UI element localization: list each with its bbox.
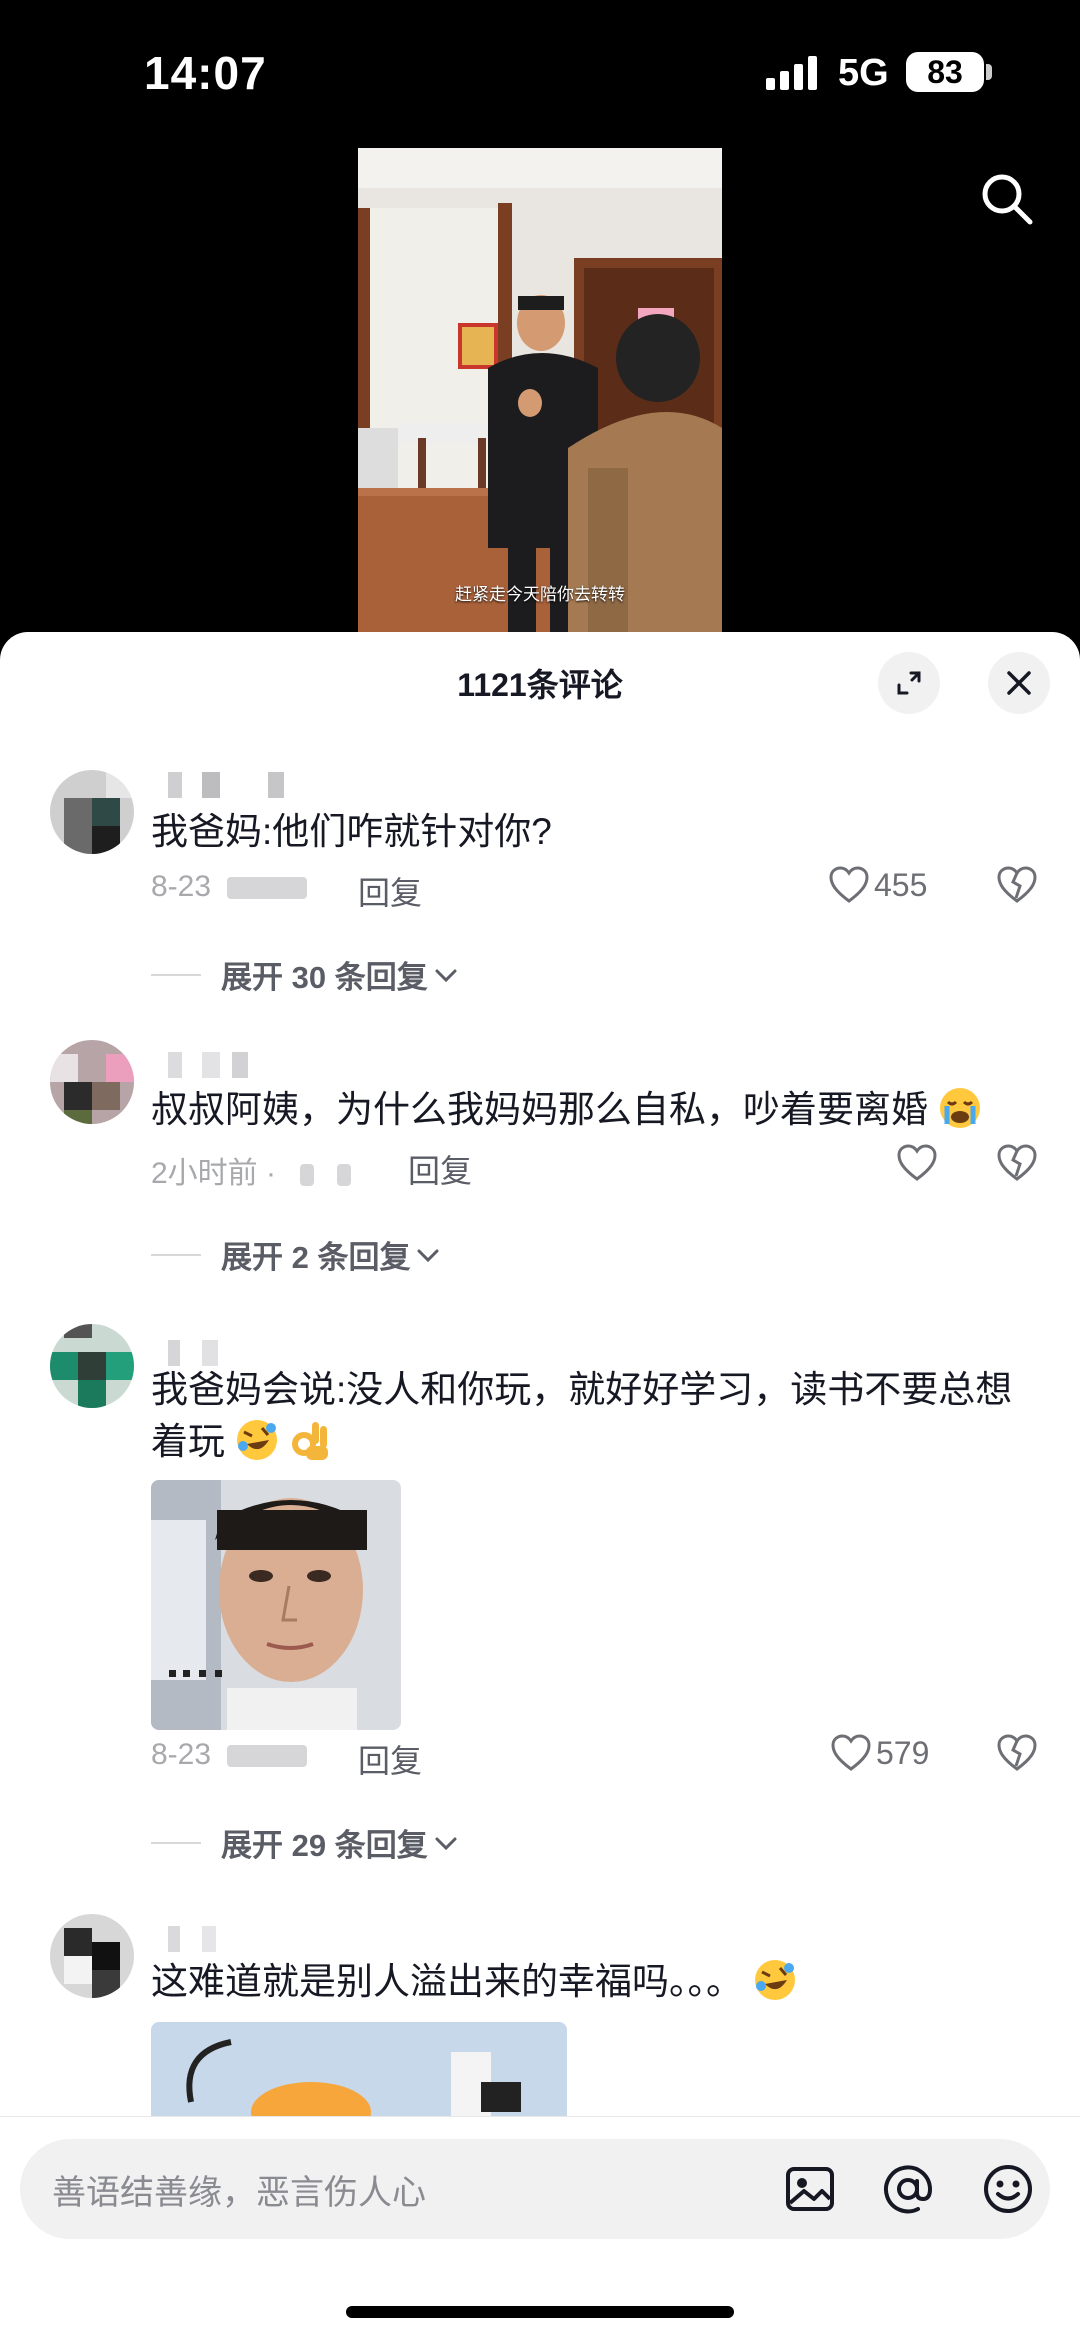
location-blurred	[227, 877, 308, 900]
rofl-emoji-icon	[237, 1420, 278, 1460]
broken-heart-icon[interactable]	[996, 1143, 1038, 1183]
video-player[interactable]: 赶紧走今天陪你去转转	[358, 148, 722, 632]
network-type: 5G	[838, 52, 889, 94]
heart-icon	[831, 1734, 871, 1771]
reply-button[interactable]: 回复	[408, 1146, 472, 1192]
comment-input[interactable]: 善语结善缘，恶言伤人心	[20, 2139, 1050, 2239]
heart-icon	[829, 866, 869, 903]
crying-face-emoji-icon	[940, 1088, 981, 1128]
comment-image[interactable]	[151, 1480, 401, 1730]
location-blurred	[300, 1164, 315, 1187]
broken-heart-icon[interactable]	[996, 865, 1038, 905]
avatar[interactable]	[50, 1324, 134, 1408]
expand-replies[interactable]: 展开 30 条回复	[151, 952, 460, 997]
chevron-down-icon	[435, 969, 457, 982]
heart-icon[interactable]	[896, 1143, 938, 1183]
comment-meta: 8-23	[151, 870, 308, 904]
expand-replies-label: 展开 30 条回复	[221, 960, 428, 995]
comment-image[interactable]	[151, 2022, 567, 2116]
broken-heart-icon[interactable]	[996, 1733, 1038, 1773]
battery-tip	[986, 64, 992, 80]
close-button[interactable]	[988, 652, 1050, 714]
avatar[interactable]	[50, 1040, 134, 1124]
comment-text: 我爸妈:他们咋就针对你?	[151, 811, 552, 852]
at-icon[interactable]	[880, 2161, 936, 2217]
image-icon[interactable]	[782, 2161, 838, 2217]
man-portrait-image	[151, 1480, 401, 1730]
expand-icon	[897, 671, 921, 695]
comment-text: 这难道就是别人溢出来的幸福吗。。。	[151, 1956, 1051, 2008]
cartoon-image	[151, 2022, 567, 2116]
expand-replies-label: 展开 2 条回复	[221, 1240, 411, 1275]
expand-replies[interactable]: 展开 2 条回复	[151, 1232, 442, 1277]
smile-icon[interactable]	[980, 2161, 1036, 2217]
chevron-down-icon	[435, 1837, 457, 1850]
rofl-emoji-icon	[755, 1960, 796, 2000]
avatar[interactable]	[50, 1914, 134, 1998]
location-blurred	[227, 1745, 308, 1768]
video-scene	[358, 148, 722, 632]
signal-icon	[766, 56, 817, 90]
comment-text: 我爸妈会说:没人和你玩，就好好学习，读书不要总想 着玩	[151, 1369, 1013, 1462]
comment-date: 8-23	[151, 1738, 212, 1771]
avatar[interactable]	[50, 770, 134, 854]
expand-button[interactable]	[878, 652, 940, 714]
like-count: 455	[874, 866, 928, 903]
comment-date: 8-23	[151, 870, 212, 903]
reply-button[interactable]: 回复	[358, 868, 422, 914]
expand-replies-label: 展开 29 条回复	[221, 1828, 428, 1863]
like-button[interactable]: 455	[828, 865, 927, 905]
clock: 14:07	[144, 47, 267, 99]
comment-input-placeholder: 善语结善缘，恶言伤人心	[52, 2174, 426, 2212]
comment-sheet: 1121条评论 我爸妈:他们咋就针对你? 8-23 回复 455 展开 30 条…	[0, 632, 1080, 2341]
comment-meta: 8-23	[151, 1738, 308, 1772]
ok-hand-emoji-icon	[291, 1422, 328, 1460]
battery-level: 83	[906, 52, 984, 92]
comment-meta: 2小时前 ·	[151, 1148, 351, 1192]
chevron-down-icon	[417, 1249, 439, 1262]
like-button[interactable]: 579	[830, 1733, 929, 1773]
expand-replies[interactable]: 展开 29 条回复	[151, 1820, 460, 1865]
close-icon	[1007, 671, 1031, 695]
status-bar: 14:07 5G 83	[0, 0, 1080, 140]
reply-button[interactable]: 回复	[358, 1736, 422, 1782]
like-count: 579	[876, 1734, 930, 1771]
home-indicator[interactable]	[346, 2306, 734, 2318]
video-subtitle: 赶紧走今天陪你去转转	[455, 585, 625, 604]
comment-date: 2小时前 ·	[151, 1157, 277, 1190]
comment-text: 叔叔阿姨，为什么我妈妈那么自私，吵着要离婚	[151, 1084, 1051, 1136]
search-icon[interactable]	[976, 168, 1036, 228]
